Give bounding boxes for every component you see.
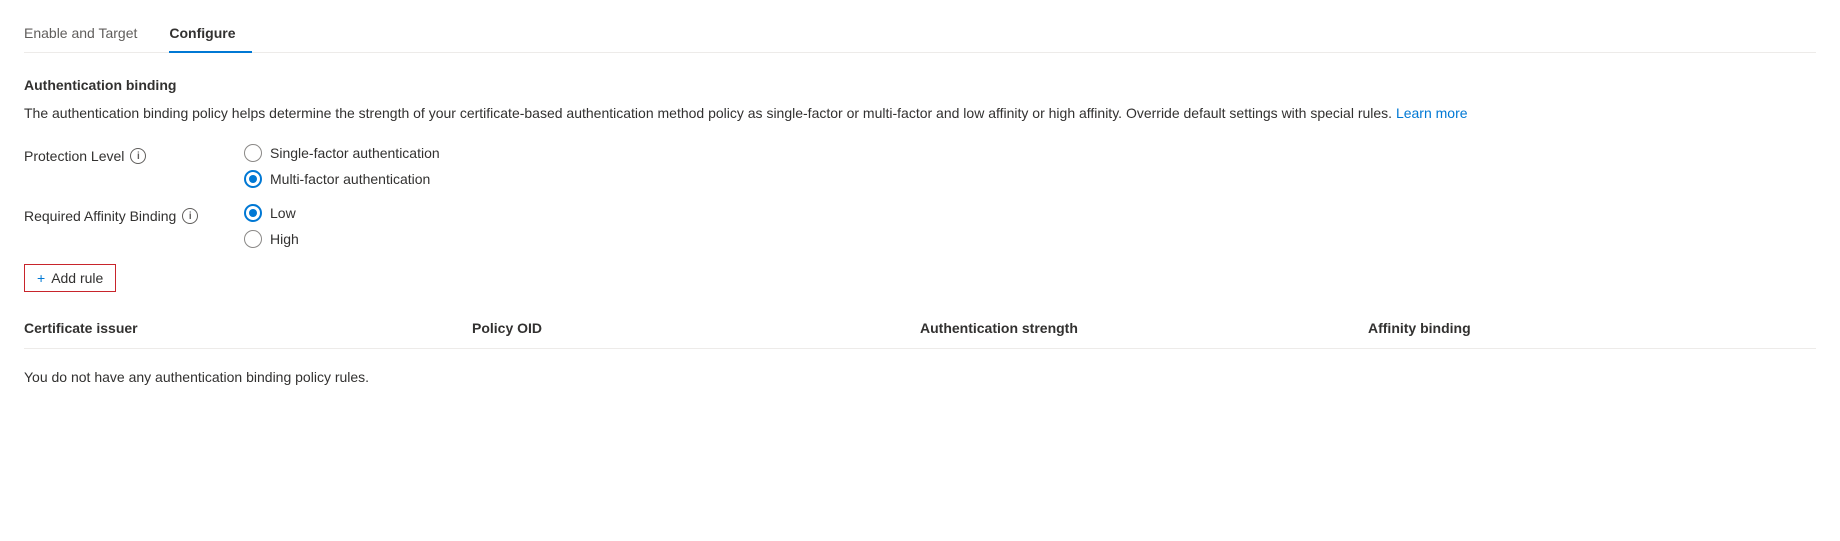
affinity-binding-row: Required Affinity Binding i Low High [24,204,1816,248]
tabs-container: Enable and Target Configure [24,16,1816,53]
radio-multi-factor[interactable]: Multi-factor authentication [244,170,440,188]
protection-level-label: Protection Level i [24,144,244,164]
learn-more-link[interactable]: Learn more [1396,105,1468,121]
radio-circle-multi-factor [244,170,262,188]
table-header: Certificate issuer Policy OID Authentica… [24,308,1816,349]
tab-enable-target[interactable]: Enable and Target [24,17,153,53]
radio-circle-single-factor [244,144,262,162]
radio-label-multi-factor: Multi-factor authentication [270,171,430,187]
col-header-auth-strength: Authentication strength [920,316,1368,340]
col-header-cert-issuer: Certificate issuer [24,316,472,340]
radio-circle-high [244,230,262,248]
affinity-binding-info-icon[interactable]: i [182,208,198,224]
plus-icon: + [37,270,45,286]
add-rule-label: Add rule [51,270,103,286]
affinity-binding-options: Low High [244,204,299,248]
col-header-policy-oid: Policy OID [472,316,920,340]
table-body: You do not have any authentication bindi… [24,349,1816,405]
radio-label-single-factor: Single-factor authentication [270,145,440,161]
affinity-binding-label: Required Affinity Binding i [24,204,244,224]
add-rule-button[interactable]: + Add rule [24,264,116,292]
col-header-affinity-binding: Affinity binding [1368,316,1816,340]
tab-configure[interactable]: Configure [169,17,251,53]
radio-label-high: High [270,231,299,247]
radio-circle-low [244,204,262,222]
radio-low[interactable]: Low [244,204,299,222]
protection-level-info-icon[interactable]: i [130,148,146,164]
radio-single-factor[interactable]: Single-factor authentication [244,144,440,162]
section-description: The authentication binding policy helps … [24,103,1774,124]
radio-high[interactable]: High [244,230,299,248]
section-title: Authentication binding [24,77,1816,93]
empty-table-message: You do not have any authentication bindi… [24,361,1816,393]
protection-level-options: Single-factor authentication Multi-facto… [244,144,440,188]
radio-label-low: Low [270,205,296,221]
protection-level-row: Protection Level i Single-factor authent… [24,144,1816,188]
